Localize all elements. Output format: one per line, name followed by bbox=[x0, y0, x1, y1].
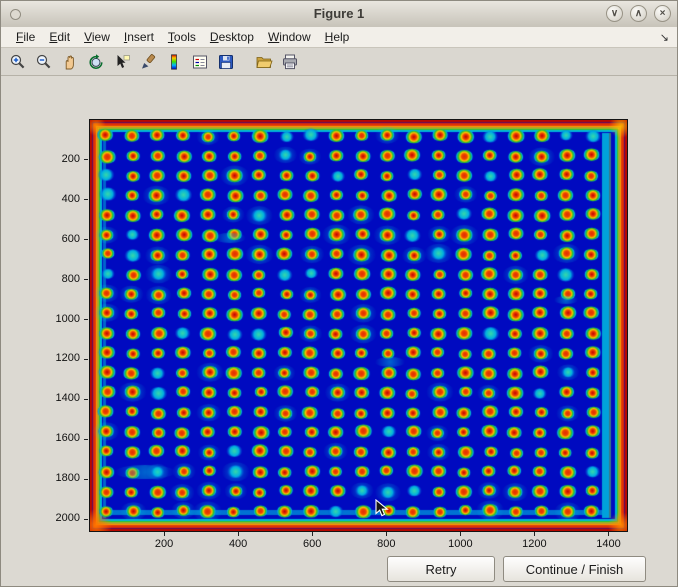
y-tick bbox=[84, 279, 88, 280]
figure-area: Retry Continue / Finish 200 400 600 800 1000… bbox=[1, 76, 677, 586]
figure-window: Figure 1 ∨ ∧ × FileEditViewInsertToolsDesk… bbox=[0, 0, 678, 587]
window-shade-button[interactable]: ∨ bbox=[606, 5, 623, 22]
x-tick-label: 1200 bbox=[512, 538, 556, 550]
y-tick-label: 1200 bbox=[34, 352, 80, 364]
open-icon bbox=[255, 53, 273, 71]
y-tick-label: 1600 bbox=[34, 432, 80, 444]
y-tick-label: 600 bbox=[34, 233, 80, 245]
colorbar-button[interactable] bbox=[162, 50, 186, 74]
save-button[interactable] bbox=[214, 50, 238, 74]
y-tick bbox=[84, 239, 88, 240]
data-cursor-icon bbox=[113, 53, 131, 71]
colorbar-icon bbox=[165, 53, 183, 71]
menu-edit[interactable]: Edit bbox=[42, 28, 77, 46]
x-tick bbox=[608, 532, 609, 536]
menu-help[interactable]: Help bbox=[318, 28, 357, 46]
menu-desktop[interactable]: Desktop bbox=[203, 28, 261, 46]
menubar: FileEditViewInsertToolsDesktopWindowHelp… bbox=[1, 27, 677, 48]
x-tick-label: 1400 bbox=[586, 538, 630, 550]
window-close-button[interactable]: × bbox=[654, 5, 671, 22]
zoom-out-icon bbox=[35, 53, 53, 71]
zoom-out-button[interactable] bbox=[32, 50, 56, 74]
menu-window[interactable]: Window bbox=[261, 28, 318, 46]
x-tick bbox=[460, 532, 461, 536]
x-tick-label: 400 bbox=[216, 538, 260, 550]
print-icon bbox=[281, 53, 299, 71]
x-tick-label: 600 bbox=[290, 538, 334, 550]
y-tick bbox=[84, 519, 88, 520]
legend-button[interactable] bbox=[188, 50, 212, 74]
y-tick-label: 200 bbox=[34, 153, 80, 165]
brush-icon bbox=[139, 53, 157, 71]
plot-axes[interactable] bbox=[89, 119, 628, 532]
menu-tools[interactable]: Tools bbox=[161, 28, 203, 46]
y-tick-label: 1800 bbox=[34, 472, 80, 484]
x-tick bbox=[312, 532, 313, 536]
save-icon bbox=[217, 53, 235, 71]
menu-view[interactable]: View bbox=[77, 28, 117, 46]
zoom-in-button[interactable] bbox=[6, 50, 30, 74]
x-tick-label: 800 bbox=[364, 538, 408, 550]
y-tick bbox=[84, 359, 88, 360]
heatmap-image[interactable] bbox=[90, 120, 627, 531]
rotate-3d-icon bbox=[87, 53, 105, 71]
y-tick-label: 800 bbox=[34, 273, 80, 285]
x-tick bbox=[238, 532, 239, 536]
y-tick-label: 400 bbox=[34, 193, 80, 205]
y-tick bbox=[84, 319, 88, 320]
x-tick bbox=[534, 532, 535, 536]
menubar-items: FileEditViewInsertToolsDesktopWindowHelp bbox=[9, 28, 356, 46]
x-tick-label: 1000 bbox=[438, 538, 482, 550]
y-tick bbox=[84, 479, 88, 480]
menu-insert[interactable]: Insert bbox=[117, 28, 161, 46]
x-tick bbox=[164, 532, 165, 536]
y-tick-label: 2000 bbox=[34, 512, 80, 524]
retry-button[interactable]: Retry bbox=[387, 556, 495, 582]
y-tick bbox=[84, 439, 88, 440]
y-tick-label: 1000 bbox=[34, 313, 80, 325]
print-button[interactable] bbox=[278, 50, 302, 74]
continue-finish-button[interactable]: Continue / Finish bbox=[503, 556, 646, 582]
titlebar[interactable]: Figure 1 ∨ ∧ × bbox=[1, 1, 677, 28]
rotate-3d-button[interactable] bbox=[84, 50, 108, 74]
menu-file[interactable]: File bbox=[9, 28, 42, 46]
window-title: Figure 1 bbox=[1, 6, 677, 21]
y-tick bbox=[84, 199, 88, 200]
brush-button[interactable] bbox=[136, 50, 160, 74]
window-maximize-button[interactable]: ∧ bbox=[630, 5, 647, 22]
data-cursor-button[interactable] bbox=[110, 50, 134, 74]
toolbar bbox=[1, 48, 677, 76]
x-tick-label: 200 bbox=[142, 538, 186, 550]
legend-icon bbox=[191, 53, 209, 71]
window-controls: ∨ ∧ × bbox=[606, 5, 671, 22]
pan-button[interactable] bbox=[58, 50, 82, 74]
x-tick bbox=[386, 532, 387, 536]
menubar-corner-icon[interactable]: ↘ bbox=[660, 31, 669, 44]
open-button[interactable] bbox=[252, 50, 276, 74]
pan-icon bbox=[61, 53, 79, 71]
y-tick bbox=[84, 159, 88, 160]
y-tick-label: 1400 bbox=[34, 392, 80, 404]
y-tick bbox=[84, 399, 88, 400]
zoom-in-icon bbox=[9, 53, 27, 71]
